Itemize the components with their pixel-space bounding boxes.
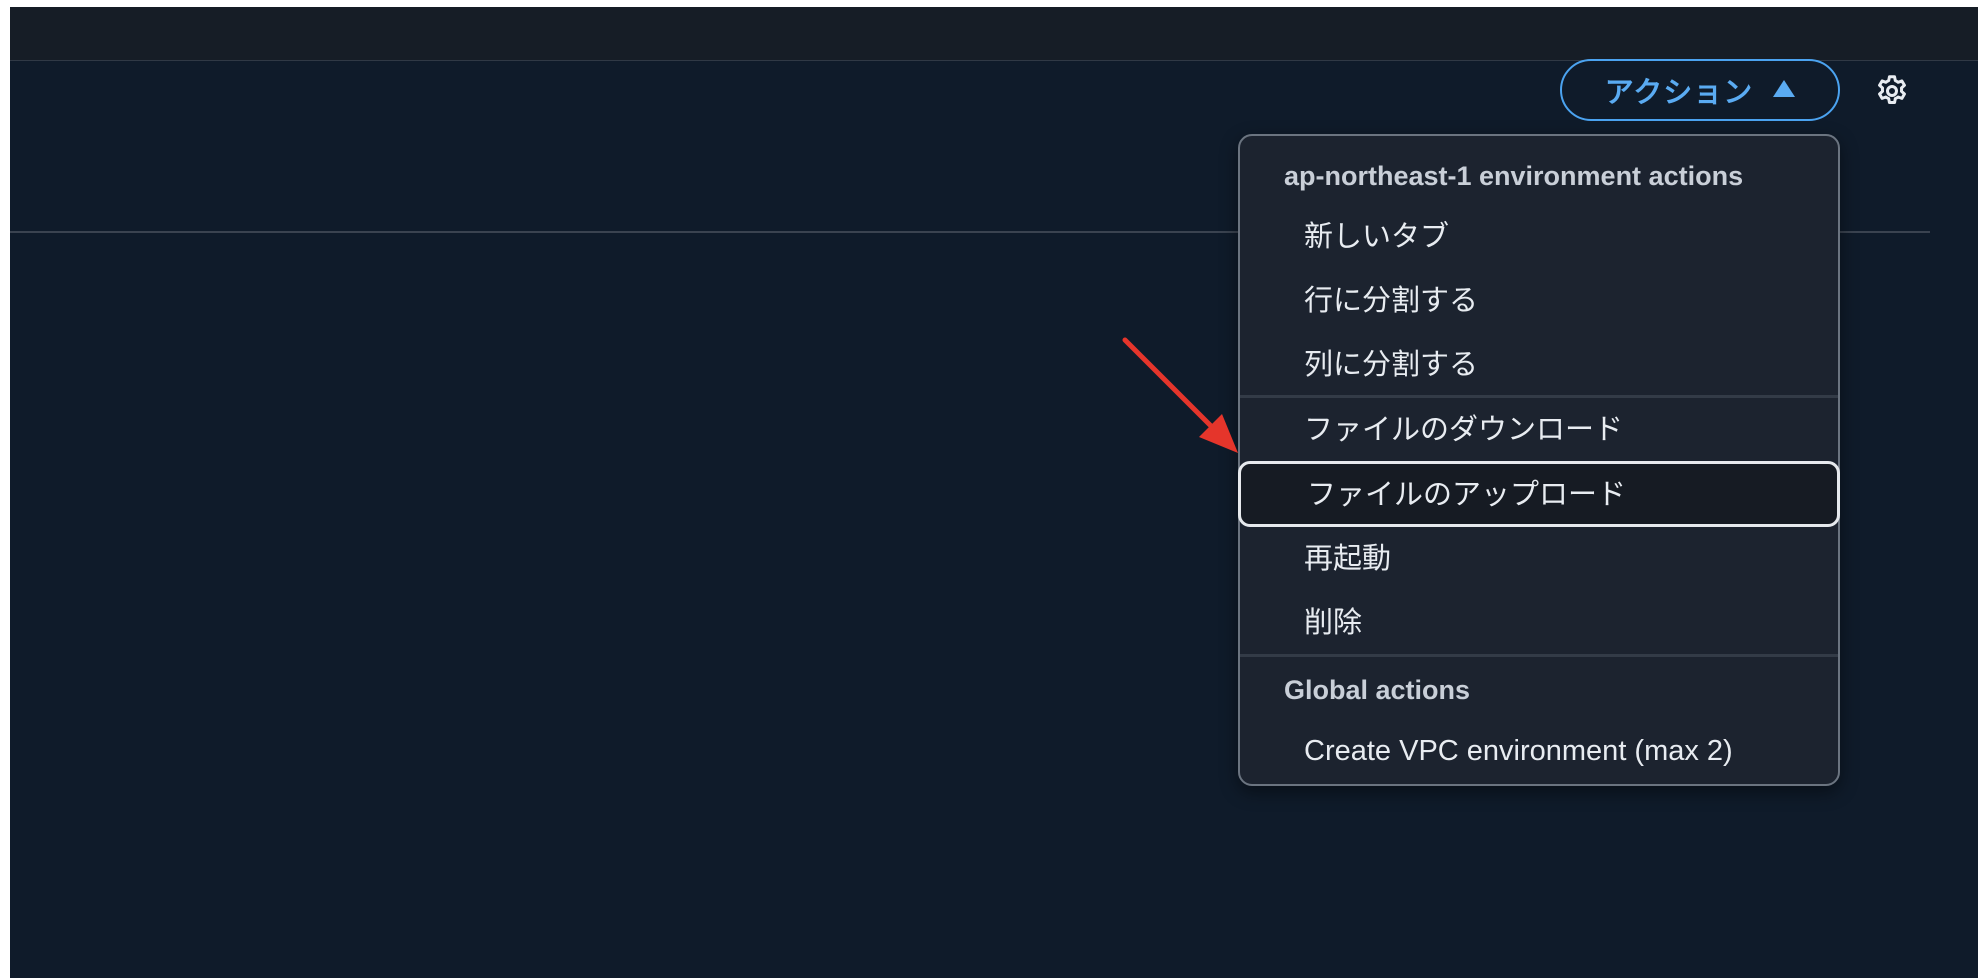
menu-separator	[1240, 395, 1838, 398]
menu-group-header-global: Global actions	[1284, 675, 1471, 705]
menu-item-upload-file[interactable]: ファイルのアップロード	[1238, 461, 1840, 527]
red-arrow-annotation	[1122, 337, 1238, 453]
actions-dropdown-menu: ap-northeast-1 environment actions 新しいタブ…	[1238, 134, 1840, 786]
menu-item-split-rows[interactable]: 行に分割する	[1240, 270, 1838, 332]
menu-item-split-columns[interactable]: 列に分割する	[1240, 334, 1838, 396]
menu-item-create-vpc-environment[interactable]: Create VPC environment (max 2)	[1240, 720, 1838, 782]
menu-item-download-file[interactable]: ファイルのダウンロード	[1240, 399, 1838, 461]
menu-separator	[1240, 654, 1838, 657]
gear-icon[interactable]	[1870, 69, 1914, 113]
menu-item-new-tab[interactable]: 新しいタブ	[1240, 206, 1838, 268]
actions-dropdown-button[interactable]: アクション	[1560, 59, 1840, 121]
menu-group-header-environment: ap-northeast-1 environment actions	[1284, 161, 1744, 191]
top-bar	[10, 7, 1978, 61]
caret-up-icon	[1773, 80, 1796, 97]
actions-button-label: アクション	[1604, 77, 1754, 109]
menu-item-delete[interactable]: 削除	[1240, 592, 1838, 654]
menu-item-restart[interactable]: 再起動	[1240, 528, 1838, 590]
